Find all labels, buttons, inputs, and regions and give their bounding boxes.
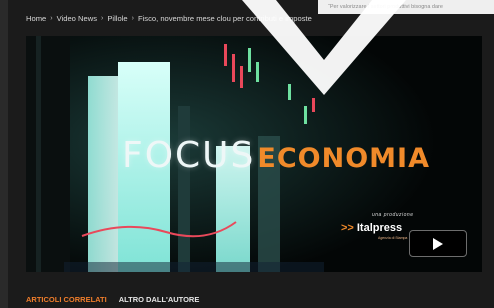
production-label: una produzione xyxy=(372,212,414,218)
breadcrumb-home[interactable]: Home xyxy=(26,14,46,23)
video-title: FOCUS ECONOMIA xyxy=(122,135,430,176)
brand-subtitle: Agenzia di Stampa xyxy=(378,236,408,240)
article-tabs: ARTICOLI CORRELATI ALTRO DALL'AUTORE xyxy=(26,295,199,304)
play-button[interactable] xyxy=(409,230,467,257)
breadcrumb-separator: › xyxy=(131,15,134,22)
title-focus: FOCUS xyxy=(122,135,256,176)
breadcrumb-pillole[interactable]: Pillole xyxy=(107,14,127,23)
left-edge xyxy=(0,0,8,308)
chevron-graphic xyxy=(242,0,406,95)
breadcrumb-separator: › xyxy=(50,15,53,22)
title-economia: ECONOMIA xyxy=(257,143,430,174)
tab-related-articles[interactable]: ARTICOLI CORRELATI xyxy=(26,295,107,304)
brand-logo: >> Italpress xyxy=(341,222,402,234)
tab-author-articles[interactable]: ALTRO DALL'AUTORE xyxy=(119,295,200,304)
brand-arrow: >> xyxy=(341,222,354,234)
page: Home › Video News › Pillole › Fisco, nov… xyxy=(0,0,494,308)
brand-name: Italpress xyxy=(356,222,403,234)
play-icon xyxy=(433,237,443,250)
breadcrumb-video-news[interactable]: Video News xyxy=(57,14,97,23)
breadcrumb-separator: › xyxy=(101,15,104,22)
